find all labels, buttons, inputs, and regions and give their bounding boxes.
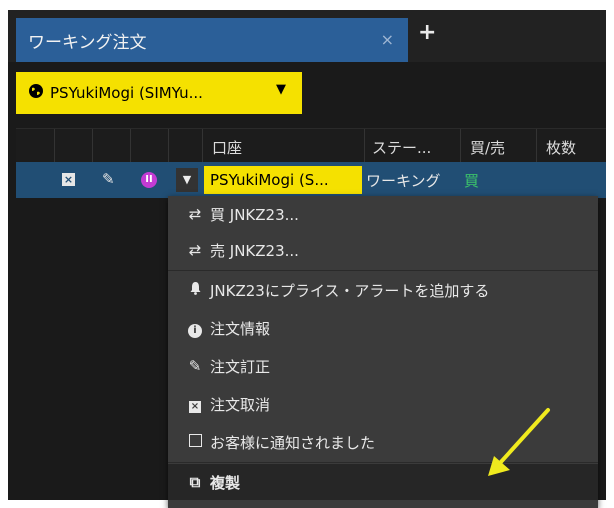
annotation-arrow-icon bbox=[488, 408, 550, 476]
